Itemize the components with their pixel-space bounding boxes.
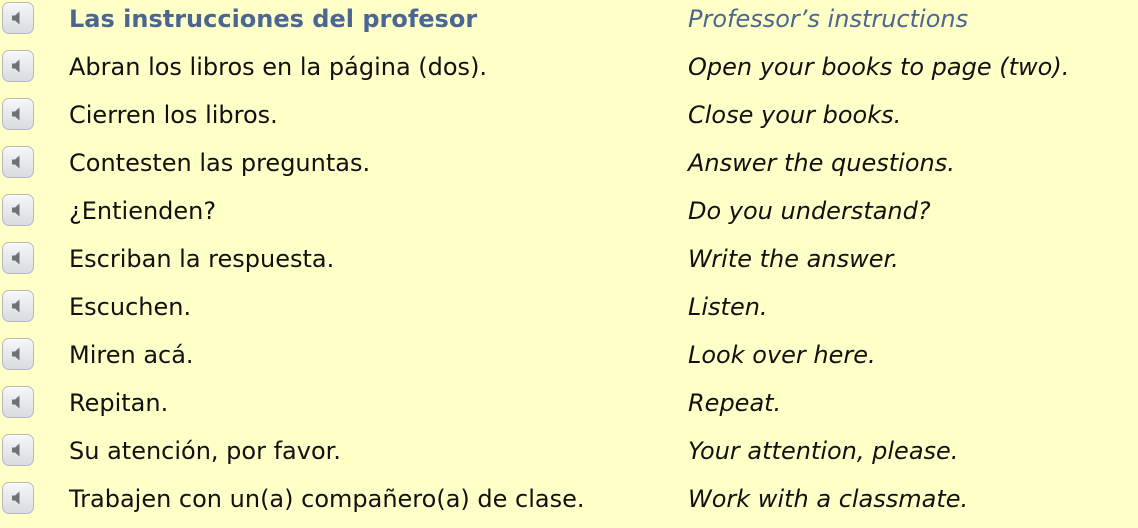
header-row: Las instrucciones del profesor Professor… bbox=[0, 0, 1138, 48]
english-translation: Look over here. bbox=[688, 341, 876, 369]
play-audio-button[interactable] bbox=[2, 242, 34, 274]
spanish-phrase: Abran los libros en la página (dos). bbox=[69, 53, 488, 81]
spanish-phrase: Contesten las preguntas. bbox=[69, 149, 371, 177]
spanish-phrase: Cierren los libros. bbox=[69, 101, 278, 129]
spanish-phrase: Escuchen. bbox=[69, 293, 192, 321]
speaker-icon bbox=[12, 443, 20, 457]
english-translation: Write the answer. bbox=[688, 245, 899, 273]
speaker-icon bbox=[12, 59, 20, 73]
spanish-phrase: ¿Entienden? bbox=[69, 197, 217, 225]
spanish-phrase: Trabajen con un(a) compañero(a) de clase… bbox=[69, 485, 585, 513]
section-title-english: Professor’s instructions bbox=[688, 5, 969, 33]
speaker-icon bbox=[12, 107, 20, 121]
spanish-phrase: Escriban la respuesta. bbox=[69, 245, 335, 273]
vocabulary-table: Las instrucciones del profesor Professor… bbox=[0, 0, 1138, 526]
play-audio-button[interactable] bbox=[2, 98, 34, 130]
play-audio-button[interactable] bbox=[2, 50, 34, 82]
phrase-row: Contesten las preguntas. Answer the ques… bbox=[0, 144, 1138, 192]
english-translation: Your attention, please. bbox=[688, 437, 959, 465]
speaker-icon bbox=[12, 11, 20, 25]
play-audio-button[interactable] bbox=[2, 146, 34, 178]
phrase-row: Cierren los libros. Close your books. bbox=[0, 96, 1138, 144]
english-translation: Open your books to page (two). bbox=[688, 53, 1070, 81]
speaker-icon bbox=[12, 251, 20, 265]
play-audio-button[interactable] bbox=[2, 386, 34, 418]
phrase-row: Escuchen. Listen. bbox=[0, 288, 1138, 336]
play-audio-button[interactable] bbox=[2, 2, 34, 34]
english-translation: Answer the questions. bbox=[688, 149, 955, 177]
phrase-row: Su atención, por favor. Your attention, … bbox=[0, 432, 1138, 480]
spanish-phrase: Repitan. bbox=[69, 389, 169, 417]
phrase-row: Abran los libros en la página (dos). Ope… bbox=[0, 48, 1138, 96]
speaker-icon bbox=[12, 395, 20, 409]
phrase-row: Escriban la respuesta. Write the answer. bbox=[0, 240, 1138, 288]
play-audio-button[interactable] bbox=[2, 482, 34, 514]
english-translation: Work with a classmate. bbox=[688, 485, 969, 513]
phrase-row: Miren acá. Look over here. bbox=[0, 336, 1138, 384]
english-translation: Listen. bbox=[688, 293, 768, 321]
spanish-phrase: Su atención, por favor. bbox=[69, 437, 341, 465]
play-audio-button[interactable] bbox=[2, 338, 34, 370]
english-translation: Do you understand? bbox=[688, 197, 931, 225]
speaker-icon bbox=[12, 299, 20, 313]
section-title-spanish: Las instrucciones del profesor bbox=[69, 5, 478, 33]
speaker-icon bbox=[12, 347, 20, 361]
play-audio-button[interactable] bbox=[2, 434, 34, 466]
speaker-icon bbox=[12, 491, 20, 505]
phrase-row: Repitan. Repeat. bbox=[0, 384, 1138, 432]
english-translation: Close your books. bbox=[688, 101, 902, 129]
phrase-row: Trabajen con un(a) compañero(a) de clase… bbox=[0, 480, 1138, 528]
phrase-row: ¿Entienden? Do you understand? bbox=[0, 192, 1138, 240]
speaker-icon bbox=[12, 203, 20, 217]
play-audio-button[interactable] bbox=[2, 290, 34, 322]
english-translation: Repeat. bbox=[688, 389, 782, 417]
spanish-phrase: Miren acá. bbox=[69, 341, 194, 369]
speaker-icon bbox=[12, 155, 20, 169]
play-audio-button[interactable] bbox=[2, 194, 34, 226]
